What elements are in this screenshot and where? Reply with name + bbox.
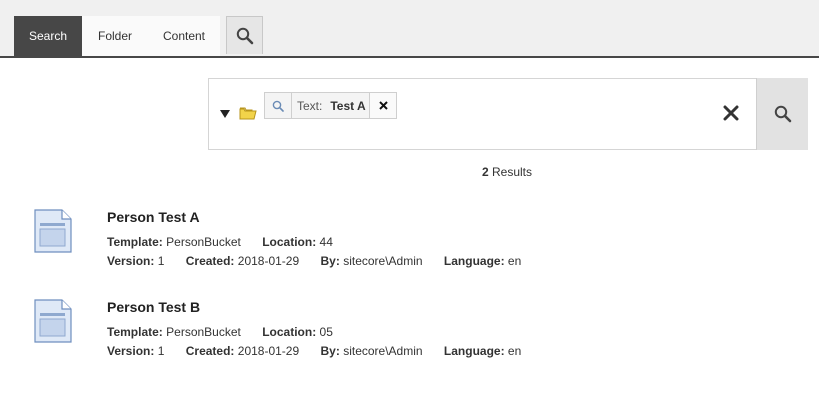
version-value: 1 [157,344,165,358]
filter-chip[interactable]: Text: Test A [264,92,397,119]
chip-label: Text: [297,98,323,113]
language-value: en [507,344,522,358]
created-label: Created: [185,344,235,358]
results-count-label: Results [492,165,533,179]
tab-content[interactable]: Content [148,16,220,56]
location-label: Location: [262,325,317,339]
triangle-down-icon[interactable] [219,108,231,120]
result-meta-line-1: Template: PersonBucket Location: 44 [107,235,351,249]
template-value: PersonBucket [166,235,241,249]
language-value: en [507,254,522,268]
folder-icon[interactable] [239,105,257,121]
result-title[interactable]: Person Test B [107,299,200,315]
search-submit-button[interactable] [756,78,808,150]
location-value: 44 [319,235,333,249]
search-box: Text: Test A [208,78,808,150]
template-label: Template: [107,325,163,339]
template-label: Template: [107,235,163,249]
chip-remove-button[interactable] [369,93,396,118]
version-value: 1 [157,254,165,268]
tab-search[interactable]: Search [14,16,82,56]
clear-search-icon[interactable] [723,105,739,121]
version-label: Version: [107,254,155,268]
tab-bar: Search Folder Content [0,0,819,58]
location-value: 05 [319,325,333,339]
magnifier-icon [272,100,284,112]
created-value: 2018-01-29 [237,254,300,268]
by-value: sitecore\Admin [343,344,423,358]
magnifier-icon [236,27,253,44]
by-value: sitecore\Admin [343,254,423,268]
chip-value: Test A [330,98,366,113]
by-label: By: [320,254,340,268]
version-label: Version: [107,344,155,358]
created-label: Created: [185,254,235,268]
result-item: Person Test A Template: PersonBucket Loc… [34,209,734,279]
document-icon[interactable] [34,209,72,253]
template-value: PersonBucket [166,325,241,339]
result-meta-line-1: Template: PersonBucket Location: 05 [107,325,351,339]
result-title[interactable]: Person Test A [107,209,200,225]
results-count-number: 2 [481,165,489,179]
tab-search-icon-button[interactable] [226,16,263,54]
result-item: Person Test B Template: PersonBucket Loc… [34,299,734,369]
magnifier-icon [774,105,791,123]
result-meta-line-2: Version: 1 Created: 2018-01-29 By: sitec… [107,254,539,268]
language-label: Language: [443,254,505,268]
by-label: By: [320,344,340,358]
language-label: Language: [443,344,505,358]
close-icon [378,101,388,110]
tab-folder[interactable]: Folder [82,16,148,56]
chip-search-icon [265,93,292,118]
created-value: 2018-01-29 [237,344,300,358]
results-count: 2 Results [0,165,819,179]
result-meta-line-2: Version: 1 Created: 2018-01-29 By: sitec… [107,344,539,358]
document-icon[interactable] [34,299,72,343]
location-label: Location: [262,235,317,249]
